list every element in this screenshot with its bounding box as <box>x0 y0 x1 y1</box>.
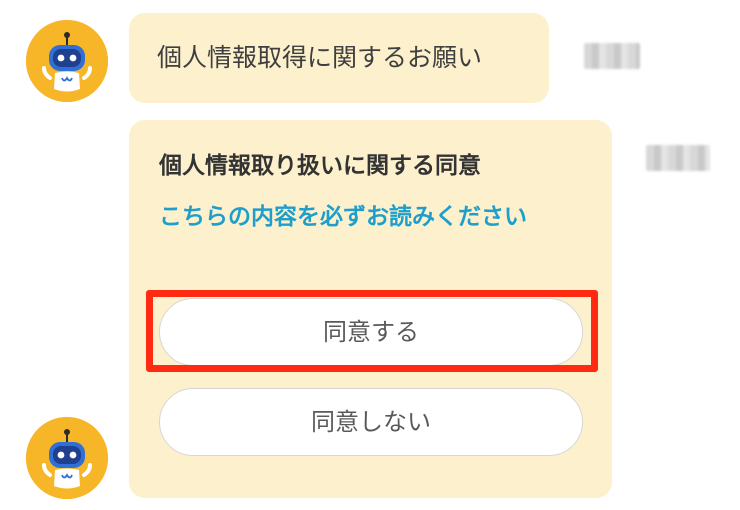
chat-view: 個人情報取得に関するお願い 個人情報取り扱いに関する同意 こちらの内容を必ずお読… <box>0 0 740 510</box>
bot-avatar <box>26 20 108 102</box>
bot-avatar <box>26 417 108 499</box>
robot-icon <box>26 20 108 102</box>
message-timestamp <box>646 145 710 171</box>
consent-details-link[interactable]: こちらの内容を必ずお読みください <box>159 195 583 239</box>
robot-icon <box>26 417 108 499</box>
disagree-button[interactable]: 同意しない <box>159 388 583 456</box>
agree-button[interactable]: 同意する <box>159 298 583 366</box>
message-text: 個人情報取得に関するお願い <box>157 43 483 72</box>
message-timestamp <box>584 43 640 69</box>
consent-title: 個人情報取り扱いに関する同意 <box>159 153 481 179</box>
message-bubble: 個人情報取得に関するお願い <box>129 13 549 103</box>
